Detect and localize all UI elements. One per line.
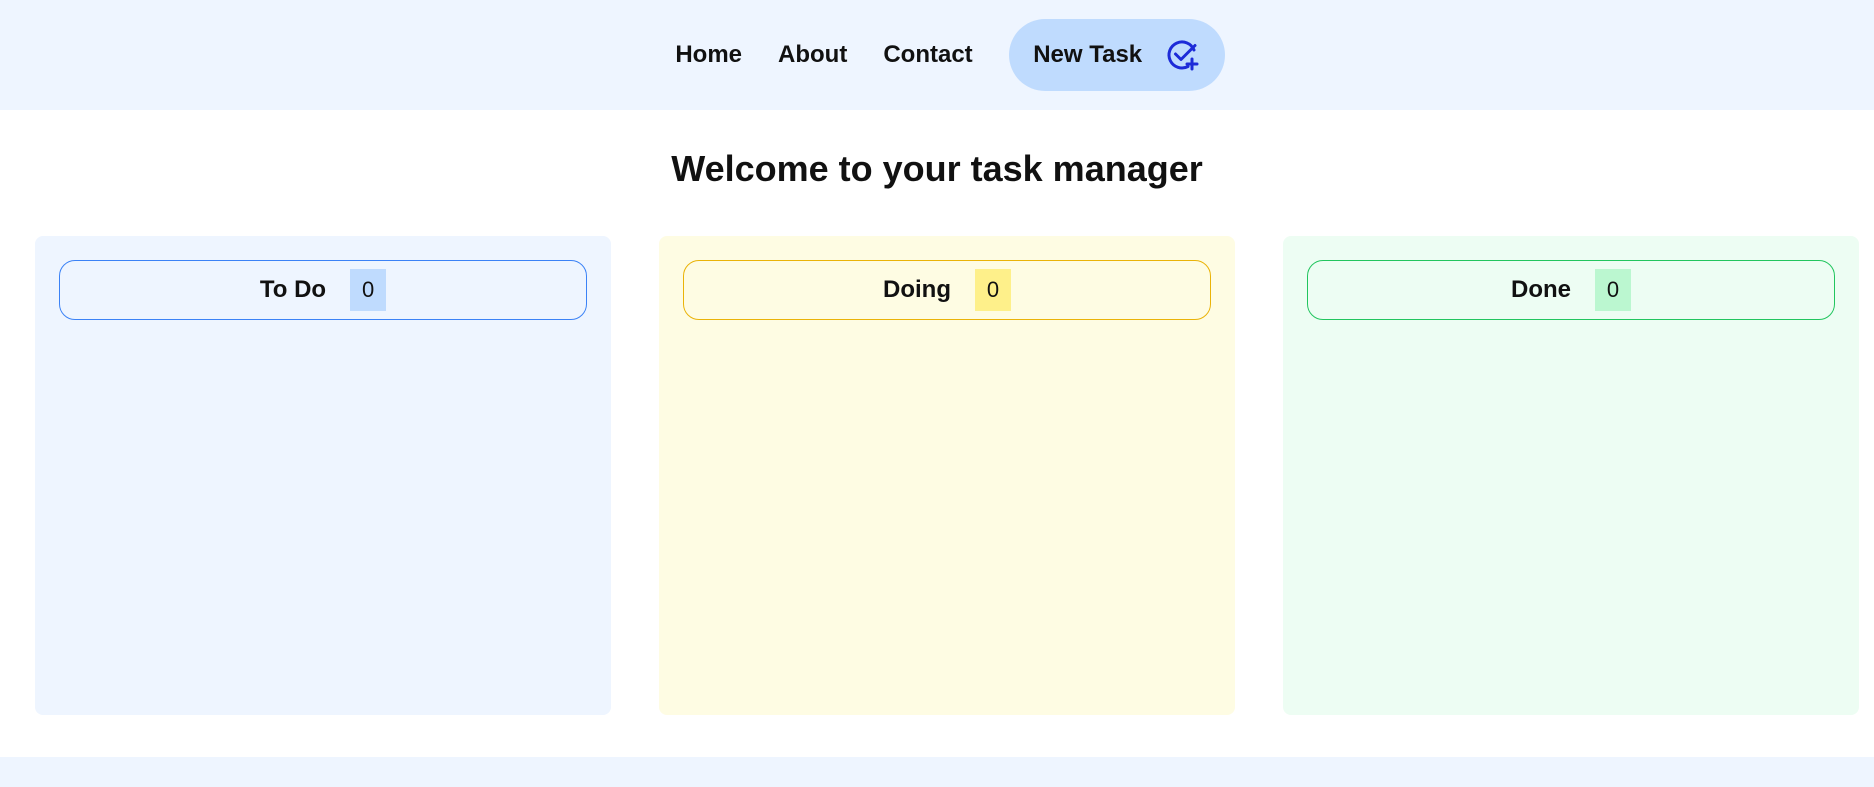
column-title-done: Done xyxy=(1511,276,1571,303)
column-title-doing: Doing xyxy=(883,276,951,303)
new-task-button[interactable]: New Task xyxy=(1008,19,1225,91)
task-count-badge-done: 0 xyxy=(1595,269,1631,311)
column-todo[interactable]: To Do 0 xyxy=(35,236,611,715)
footer xyxy=(0,757,1874,787)
page-title: Welcome to your task manager xyxy=(671,148,1203,189)
nav-links: Home About Contact New Task xyxy=(657,19,1225,91)
column-done[interactable]: Done 0 xyxy=(1283,236,1859,715)
nav-link-about[interactable]: About xyxy=(778,41,847,69)
new-task-label: New Task xyxy=(1033,41,1143,68)
main-nav: Home About Contact New Task xyxy=(0,0,1874,110)
column-header-done: Done 0 xyxy=(1307,260,1835,320)
task-count-badge-todo: 0 xyxy=(350,269,387,311)
nav-link-home[interactable]: Home xyxy=(675,41,742,69)
column-header-doing: Doing 0 xyxy=(683,260,1211,320)
column-doing[interactable]: Doing 0 xyxy=(659,236,1235,715)
column-title-todo: To Do xyxy=(259,276,327,303)
check-circle-plus-icon xyxy=(1166,38,1200,72)
task-count-badge-doing: 0 xyxy=(974,269,1011,311)
column-header-todo: To Do 0 xyxy=(59,260,587,320)
nav-link-contact[interactable]: Contact xyxy=(883,41,972,69)
